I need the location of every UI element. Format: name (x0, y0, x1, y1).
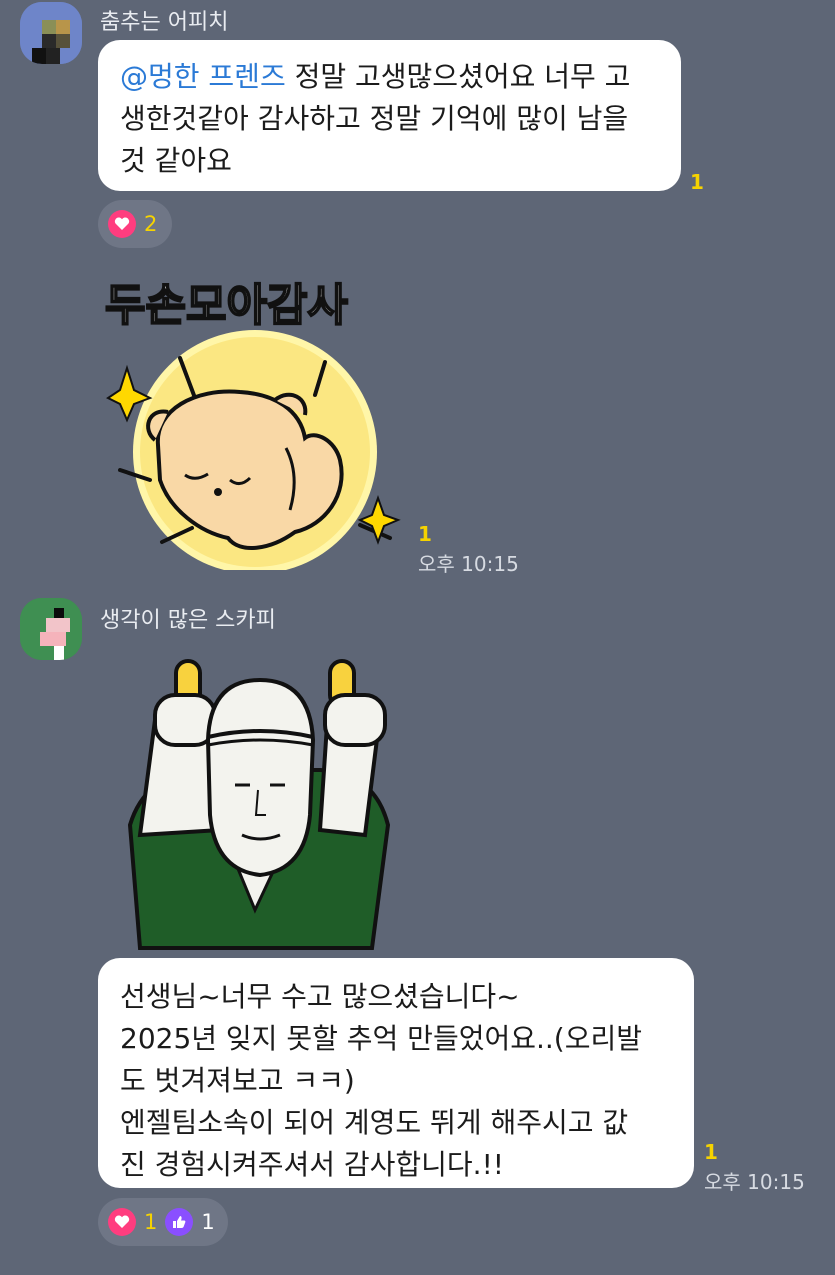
heart-icon (108, 210, 136, 238)
sticker-caption: 두손모아감사 (105, 279, 349, 332)
unread-count: 1 (418, 522, 432, 546)
thumbs-up-icon (165, 1208, 194, 1236)
reaction-thumbs-up[interactable]: 1 (165, 1208, 215, 1236)
mention-link[interactable]: @멍한 프렌즈 (120, 60, 286, 93)
pixelated-avatar-image (20, 598, 82, 660)
unread-count: 1 (704, 1140, 718, 1164)
sticker-bear-thanks[interactable]: 두손모아감사 (100, 270, 410, 574)
message-line: 생한것같아 감사하고 정말 기억에 많이 남을 (120, 102, 629, 135)
message-line: 것 같아요 (120, 144, 232, 177)
unread-count: 1 (690, 170, 704, 194)
message-line: 선생님~너무 수고 많으셨습니다~ (120, 980, 520, 1013)
pixelated-avatar-image (20, 2, 82, 64)
message-line: 2025년 잊지 못할 추억 만들었어요..(오리발 (120, 1022, 642, 1055)
message-line: 엔젤팀소속이 되어 계영도 뛰게 해주시고 값 (120, 1106, 629, 1139)
message-line: @멍한 프렌즈 정말 고생많으셨어요 너무 고 (120, 60, 631, 93)
heart-icon (108, 1208, 136, 1236)
reaction-heart[interactable]: 1 (108, 1208, 157, 1236)
avatar[interactable] (20, 598, 82, 660)
avatar[interactable] (20, 2, 82, 64)
svg-text:두손모아감사: 두손모아감사 (105, 280, 348, 331)
reaction-count: 1 (201, 1210, 215, 1234)
message-time: 오후 10:15 (704, 1170, 805, 1194)
thumbs-up-sticker-image (127, 659, 391, 950)
reaction-heart[interactable]: 2 (108, 210, 157, 238)
message-time: 오후 10:15 (418, 552, 519, 576)
sender-name: 춤추는 어피치 (100, 10, 229, 35)
message-line: 도 벗겨져보고 ㅋㅋ) (120, 1064, 355, 1097)
sticker-thumbs-up-man[interactable] (110, 655, 410, 955)
reaction-count: 1 (144, 1210, 158, 1234)
reaction-bar[interactable]: 2 (98, 200, 172, 248)
sender-name: 생각이 많은 스카피 (100, 608, 276, 633)
reaction-count: 2 (144, 212, 158, 236)
reaction-bar[interactable]: 1 1 (98, 1198, 228, 1246)
message-bubble[interactable]: 선생님~너무 수고 많으셨습니다~ 2025년 잊지 못할 추억 만들었어요..… (98, 958, 694, 1188)
message-line: 진 경험시켜주셔서 감사합니다.!! (120, 1148, 505, 1181)
message-bubble[interactable]: @멍한 프렌즈 정말 고생많으셨어요 너무 고 생한것같아 감사하고 정말 기억… (98, 40, 681, 191)
